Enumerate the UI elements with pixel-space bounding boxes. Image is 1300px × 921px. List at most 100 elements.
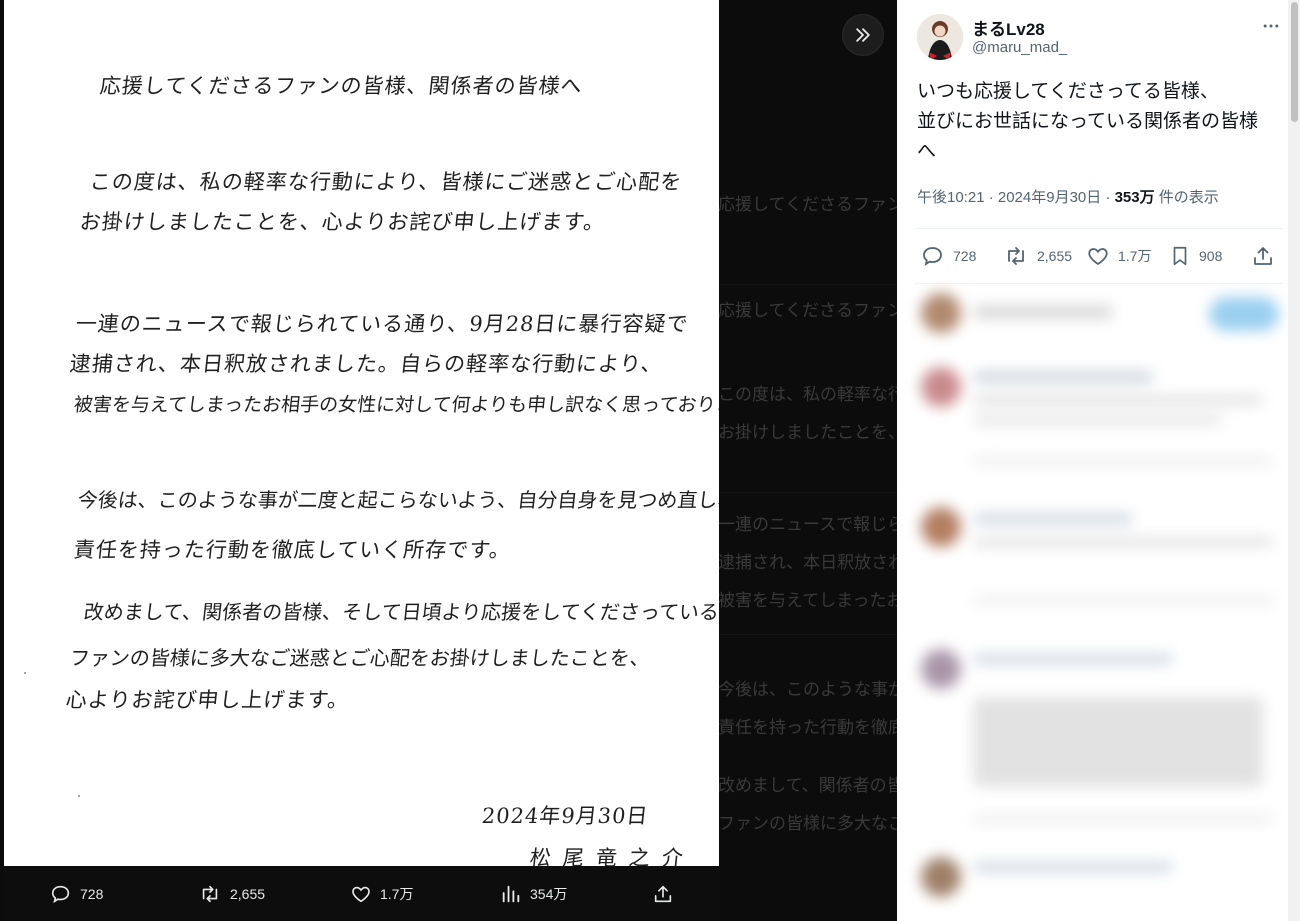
ghost-text: ファンの皆様に多大なご迷惑とご心配をお掛けしましたことを、 xyxy=(718,814,897,834)
user-handle[interactable]: @maru_mad_ xyxy=(972,39,1067,56)
share-icon xyxy=(654,885,672,902)
ghost-text: 改めまして、関係者の皆様、そして日頃より応援をしてくださっている xyxy=(718,776,897,796)
like-count: 1.7万 xyxy=(1118,248,1152,264)
media-repost-button[interactable]: 2,655 xyxy=(198,866,265,921)
reply-icon xyxy=(923,247,942,266)
ghost-text: 応援してくださるファンの皆様、関係者の皆様へ xyxy=(718,195,897,215)
ghost-text: 応援してくださるファンの皆様、関係者の皆様へ xyxy=(718,301,897,321)
like-button[interactable]: 1.7万 xyxy=(1086,230,1151,282)
scrollbar-thumb[interactable] xyxy=(1291,2,1298,122)
bookmark-icon xyxy=(1173,246,1187,266)
more-dots-icon xyxy=(1263,24,1279,28)
media-action-bar: 728 2,655 1.7万 354万 xyxy=(4,866,719,921)
collapse-panel-button[interactable] xyxy=(842,14,884,56)
heart-icon xyxy=(352,886,370,902)
media-repost-count: 2,655 xyxy=(230,885,266,902)
letter-line: 責任を持った行動を徹底していく所存です。 xyxy=(72,538,513,562)
repost-button[interactable]: 2,655 xyxy=(1003,230,1072,282)
blurred-button xyxy=(1209,297,1279,331)
scrollbar[interactable] xyxy=(1288,0,1300,921)
blurred-line xyxy=(973,415,1223,425)
blurred-line xyxy=(973,395,1263,405)
paper-speck xyxy=(24,672,26,674)
letter-line: 改めまして、関係者の皆様、そして日頃より応援をしてくださっている xyxy=(82,600,719,624)
blurred-line xyxy=(973,597,1273,605)
blurred-line xyxy=(973,371,1153,383)
tweet-view-count: 353万 xyxy=(1114,189,1155,206)
ghost-divider xyxy=(700,284,897,285)
ghost-text: 逮捕され、本日釈放されました。自らの軽率な行動により、 xyxy=(718,553,897,573)
blurred-line xyxy=(973,457,1273,465)
blurred-avatar xyxy=(921,649,961,689)
media-like-button[interactable]: 1.7万 xyxy=(350,866,413,921)
bookmark-count: 908 xyxy=(1199,248,1223,264)
media-reply-button[interactable]: 728 xyxy=(50,866,103,921)
tweet-view-suffix: 件の表示 xyxy=(1154,189,1219,206)
tweet-meta: 午後10:21 · 2024年9月30日 · 353万 件の表示 xyxy=(917,186,1219,207)
blurred-line xyxy=(973,861,1173,873)
tweet-timestamp[interactable]: 午後10:21 · 2024年9月30日 · xyxy=(917,189,1115,206)
letter-line: 被害を与えてしまったお相手の女性に対して何よりも申し訳なく思っております。 xyxy=(72,394,719,416)
letter-line: 逮捕され、本日釈放されました。自らの軽率な行動により、 xyxy=(68,352,665,376)
share-button[interactable] xyxy=(1251,230,1275,282)
blurred-media xyxy=(973,697,1263,787)
ghost-divider xyxy=(700,492,897,493)
blurred-line xyxy=(973,537,1273,547)
blurred-replies xyxy=(911,285,1287,921)
tweet-text: いつも応援してくださってる皆様、 並びにお世話になっている関係者の皆様 へ xyxy=(917,77,1282,167)
blurred-line xyxy=(973,305,1113,319)
letter-greeting: 応援してくださるファンの皆様、関係者の皆様へ xyxy=(98,74,584,98)
blurred-line xyxy=(973,513,1133,525)
avatar-image xyxy=(917,14,963,60)
media-reply-count: 728 xyxy=(80,885,104,902)
repost-icon xyxy=(202,885,218,902)
blurred-avatar xyxy=(921,293,961,333)
tweet-text-line: いつも応援してくださってる皆様、 xyxy=(917,81,1219,102)
repost-icon xyxy=(1008,247,1024,265)
letter-line: ファンの皆様に多大なご迷惑とご心配をお掛けしましたことを、 xyxy=(68,646,652,670)
ghost-divider xyxy=(700,634,897,635)
letter-line: 一連のニュースで報じられている通り、9月28日に暴行容疑で xyxy=(74,312,690,336)
letter-line: 今後は、このような事が二度と起こらないよう、自分自身を見つめ直し、 xyxy=(76,488,719,512)
letter-line: 心よりお詫び申し上げます。 xyxy=(64,688,351,712)
blurred-line xyxy=(973,815,1273,823)
divider xyxy=(915,228,1283,229)
media-views-button[interactable]: 354万 xyxy=(500,866,567,921)
blurred-avatar xyxy=(921,857,961,897)
repost-count: 2,655 xyxy=(1037,248,1073,264)
display-name[interactable]: まるLv28 xyxy=(972,15,1045,40)
avatar[interactable] xyxy=(917,14,963,60)
media-views-count: 354万 xyxy=(530,885,568,902)
media-share-button[interactable] xyxy=(652,866,674,921)
media-viewer: 応援してくださるファンの皆様、関係者の皆様へ 応援してくださるファンの皆様、関係… xyxy=(0,0,897,921)
divider xyxy=(915,283,1283,284)
letter-image[interactable]: 応援してくださるファンの皆様、関係者の皆様へ この度は、私の軽率な行動により、皆… xyxy=(4,0,719,866)
media-like-count: 1.7万 xyxy=(380,885,414,902)
reply-button[interactable]: 728 xyxy=(921,230,976,282)
reply-count: 728 xyxy=(953,248,977,264)
tweet-text-line: 並びにお世話になっている関係者の皆様 xyxy=(917,111,1259,132)
letter-line: この度は、私の軽率な行動により、皆様にご迷惑とご心配を xyxy=(88,170,684,194)
heart-icon xyxy=(1088,248,1108,266)
ghost-text: この度は、私の軽率な行動により、皆様にご迷惑とご心配を xyxy=(718,385,897,405)
tweet-text-line: へ xyxy=(917,141,937,162)
letter-line: お掛けしましたことを、心よりお詫び申し上げます。 xyxy=(78,210,607,234)
blurred-avatar xyxy=(921,507,961,547)
bookmark-button[interactable]: 908 xyxy=(1169,230,1222,282)
share-icon xyxy=(1254,247,1272,265)
letter-signature: 松尾竜之介 xyxy=(528,846,697,866)
views-bar-chart-icon xyxy=(502,885,520,902)
blurred-avatar xyxy=(921,367,961,407)
more-button[interactable] xyxy=(1257,12,1285,40)
letter-date: 2024年9月30日 xyxy=(480,804,650,828)
reply-icon xyxy=(51,885,70,903)
letter-background-ghost: 応援してくださるファンの皆様、関係者の皆様へ 応援してくださるファンの皆様、関係… xyxy=(700,0,897,921)
double-chevron-right-icon xyxy=(856,28,870,42)
ghost-text: 責任を持った行動を徹底していく所存です。 xyxy=(718,718,897,738)
blurred-line xyxy=(973,653,1173,665)
ghost-text: 被害を与えてしまったお相手の女性に対して何よりも申し訳なく思っております。 xyxy=(718,591,897,611)
ghost-text: 今後は、このような事が二度と起こらないよう、自分自身を見つめ直し、 xyxy=(718,680,897,700)
ghost-text: お掛けしましたことを、心よりお詫び申し上げます。 xyxy=(718,423,897,443)
ghost-text: 一連のニュースで報じられている通り、9月28日に暴行容疑で xyxy=(718,515,897,535)
paper-speck xyxy=(78,795,80,797)
